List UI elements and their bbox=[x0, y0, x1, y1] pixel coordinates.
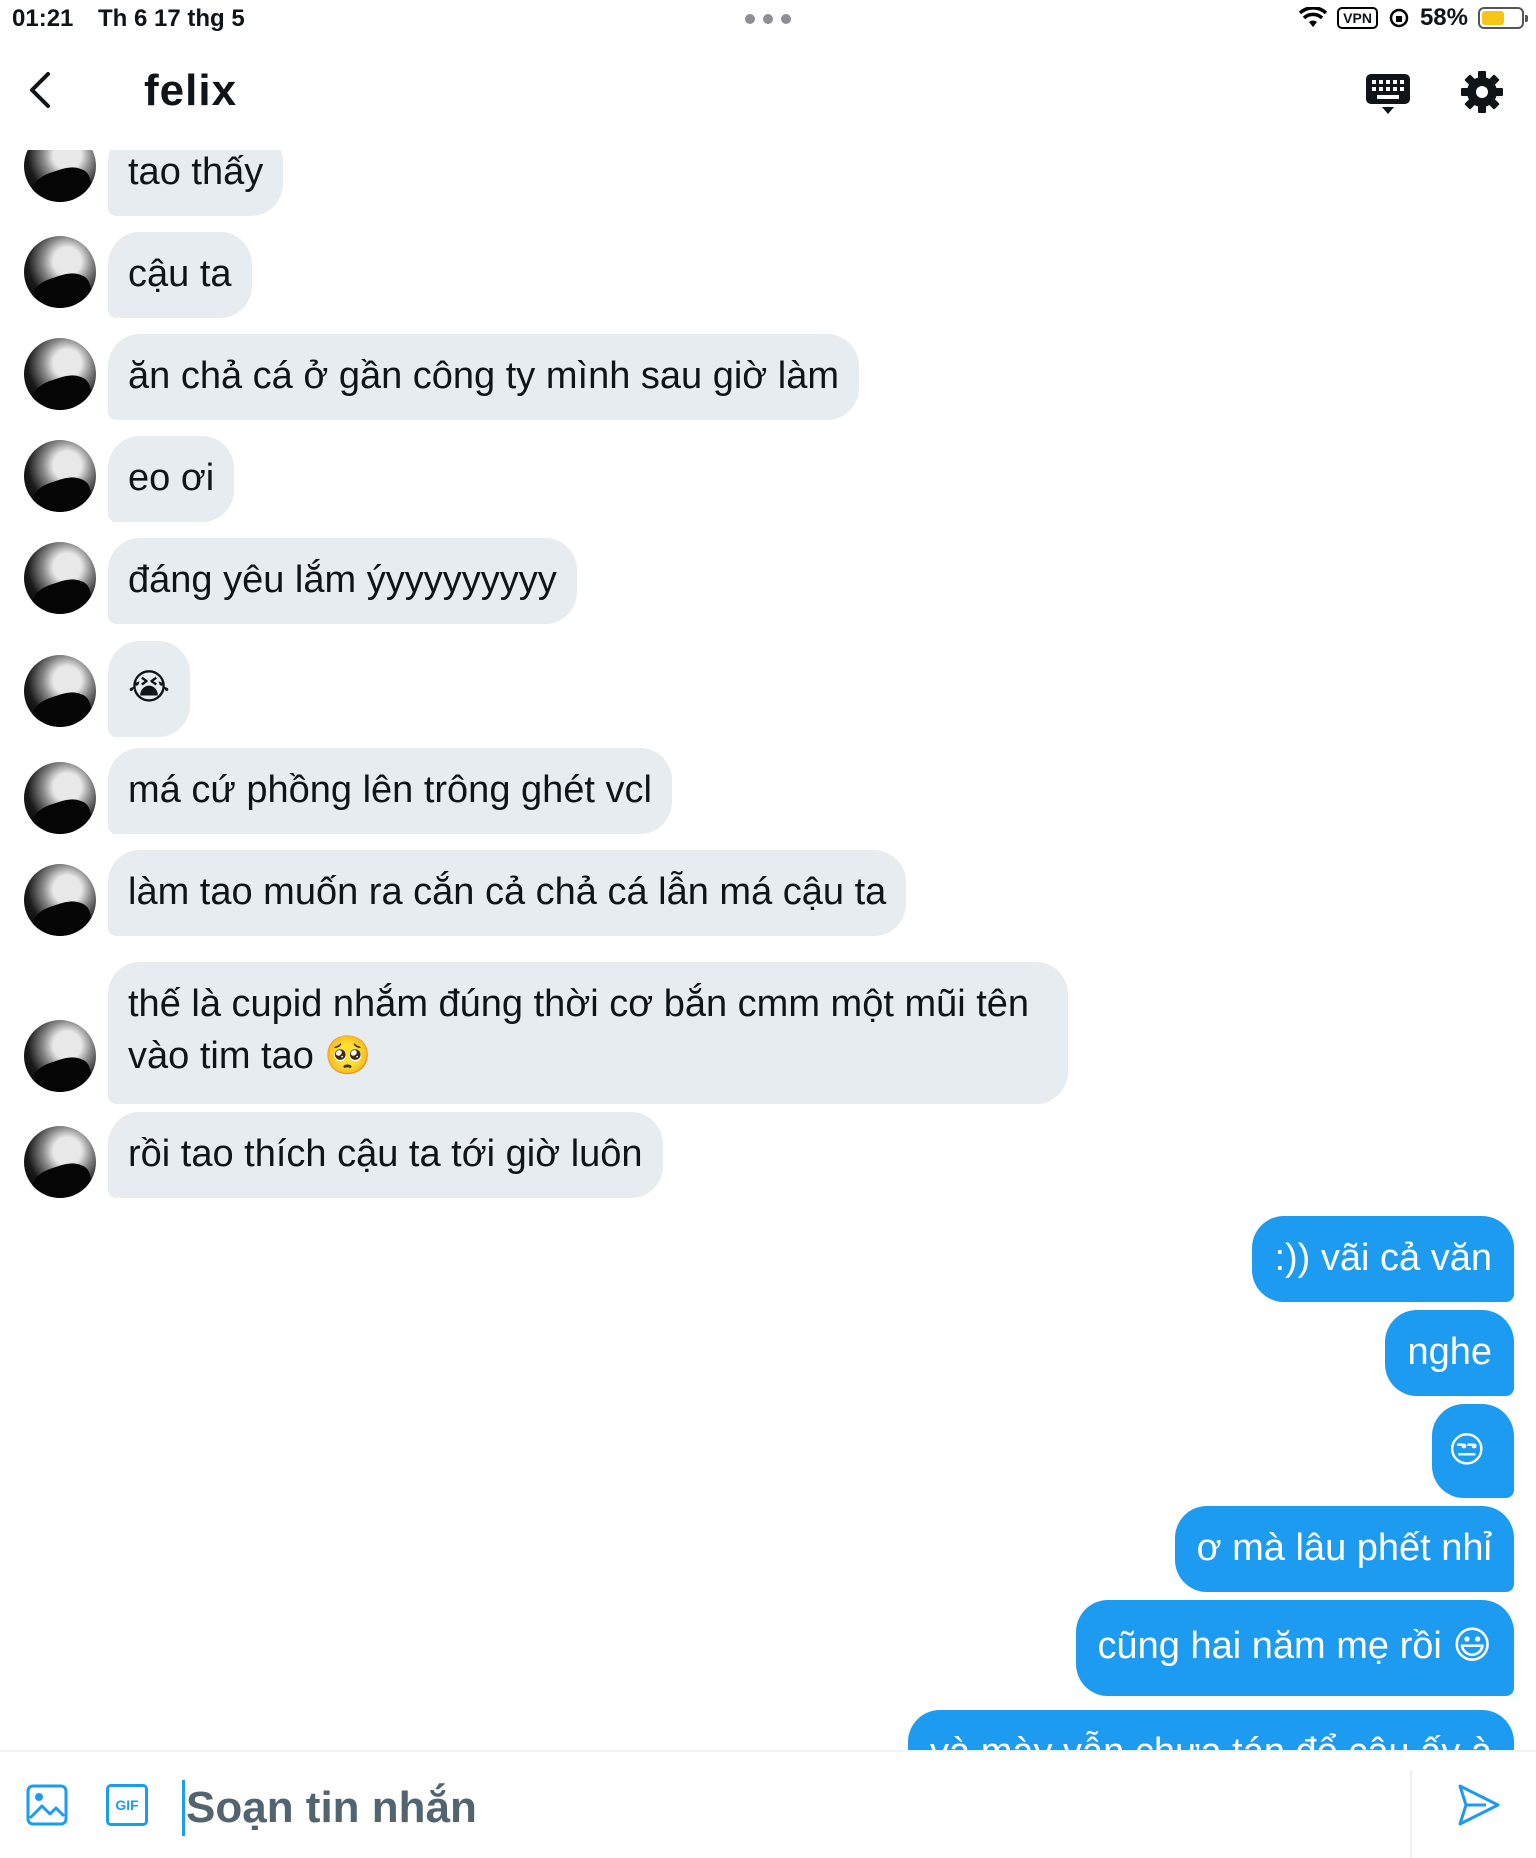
avatar[interactable] bbox=[24, 338, 96, 410]
gear-icon[interactable] bbox=[1460, 70, 1504, 114]
battery-percent: 58% bbox=[1419, 4, 1468, 31]
incoming-message[interactable]: thế là cupid nhắm đúng thời cơ bắn cmm m… bbox=[108, 962, 1068, 1104]
status-time: 01:21 bbox=[12, 5, 74, 32]
outgoing-message[interactable]: nghe bbox=[1385, 1310, 1514, 1396]
outgoing-message[interactable]: ơ mà lâu phết nhỉ bbox=[1174, 1506, 1514, 1592]
incoming-message-emoji[interactable]: 😭 bbox=[108, 641, 190, 737]
status-date: Th 6 17 thg 5 bbox=[98, 5, 245, 32]
keyboard-icon[interactable] bbox=[1364, 72, 1412, 116]
avatar[interactable] bbox=[24, 150, 96, 202]
battery-icon bbox=[1478, 7, 1528, 29]
incoming-message[interactable]: má cứ phồng lên trông ghét vcl bbox=[108, 748, 672, 834]
incoming-message[interactable]: ăn chả cá ở gần công ty mình sau giờ làm bbox=[108, 334, 859, 420]
wifi-icon bbox=[1299, 7, 1328, 27]
multitasking-dots-icon[interactable] bbox=[745, 14, 791, 24]
image-icon[interactable] bbox=[26, 1784, 68, 1826]
outgoing-message[interactable]: và mày vẫn chưa tán đổ cậu ấy à bbox=[908, 1710, 1514, 1750]
send-icon[interactable] bbox=[1456, 1782, 1502, 1828]
status-bar: 01:21 Th 6 17 thg 5 VPN 58% bbox=[0, 0, 1536, 40]
text-cursor bbox=[182, 1780, 185, 1836]
divider bbox=[1410, 1770, 1412, 1858]
incoming-message[interactable]: đáng yêu lắm ýyyyyyyyyy bbox=[108, 538, 577, 624]
message-thread[interactable]: tao thấy cậu ta ăn chả cá ở gần công ty … bbox=[0, 150, 1536, 1750]
avatar[interactable] bbox=[24, 236, 96, 308]
orientation-lock-icon bbox=[1389, 8, 1409, 28]
incoming-message[interactable]: eo ơi bbox=[108, 436, 235, 522]
outgoing-message-emoji[interactable]: 😒 bbox=[1432, 1404, 1514, 1498]
incoming-message[interactable]: tao thấy bbox=[108, 150, 284, 216]
back-arrow-icon[interactable] bbox=[22, 70, 62, 110]
incoming-message[interactable]: rồi tao thích cậu ta tới giờ luôn bbox=[108, 1112, 663, 1198]
message-input[interactable]: Soạn tin nhắn bbox=[186, 1780, 1386, 1836]
gif-label: GIF bbox=[115, 1797, 139, 1813]
avatar[interactable] bbox=[24, 440, 96, 512]
avatar[interactable] bbox=[24, 864, 96, 936]
outgoing-message[interactable]: :)) vãi cả văn bbox=[1252, 1216, 1514, 1302]
avatar[interactable] bbox=[24, 1126, 96, 1198]
avatar[interactable] bbox=[24, 542, 96, 614]
avatar[interactable] bbox=[24, 762, 96, 834]
conversation-title: felix bbox=[144, 66, 238, 115]
gif-icon[interactable]: GIF bbox=[106, 1784, 148, 1826]
vpn-badge: VPN bbox=[1337, 7, 1378, 29]
conversation-header: felix bbox=[0, 40, 1536, 150]
avatar[interactable] bbox=[24, 1020, 96, 1092]
incoming-message[interactable]: làm tao muốn ra cắn cả chả cá lẫn má cậu… bbox=[108, 850, 907, 936]
message-composer: GIF Soạn tin nhắn bbox=[0, 1750, 1536, 1858]
incoming-message[interactable]: cậu ta bbox=[108, 232, 252, 318]
avatar[interactable] bbox=[24, 655, 96, 727]
outgoing-message[interactable]: cũng hai năm mẹ rồi 😃 bbox=[1075, 1600, 1514, 1696]
